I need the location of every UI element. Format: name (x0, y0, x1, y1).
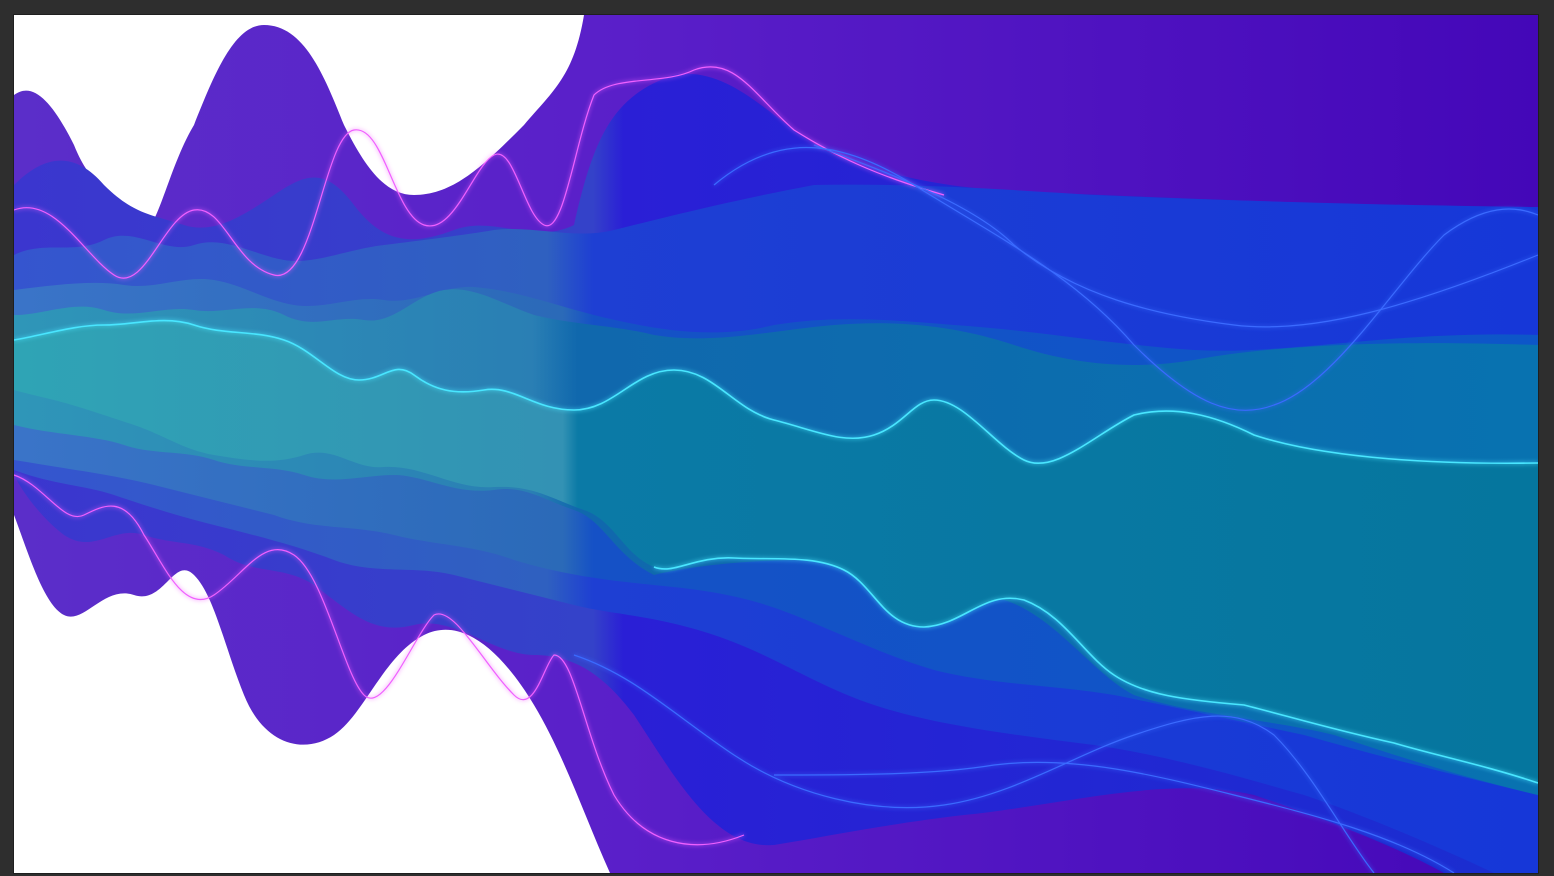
app-window (0, 0, 1554, 876)
artwork-canvas (14, 15, 1538, 873)
abstract-wave-artwork (14, 15, 1538, 873)
